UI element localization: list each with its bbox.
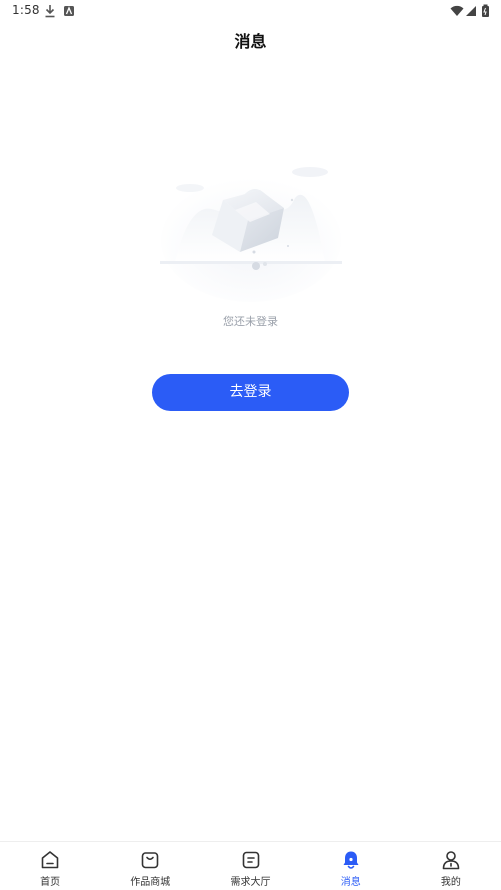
tab-works-mall[interactable]: 作品商城 — [100, 842, 200, 890]
go-login-button[interactable]: 去登录 — [152, 374, 349, 411]
tab-mine-label: 我的 — [440, 877, 461, 888]
person-icon — [440, 849, 462, 871]
status-bar: 1:58 — [0, 0, 501, 22]
download-icon — [44, 3, 56, 22]
tab-works-mall-label: 作品商城 — [130, 877, 171, 888]
tab-home-label: 首页 — [40, 877, 61, 888]
tab-messages[interactable]: 消息 — [301, 842, 401, 890]
tab-mine[interactable]: 我的 — [401, 842, 501, 890]
tab-demand-hall[interactable]: 需求大厅 — [200, 842, 300, 890]
shopping-bag-icon — [139, 849, 161, 871]
not-logged-in-illustration — [160, 160, 342, 308]
bottom-tab-bar: 首页 作品商城 需求大厅 消息 我的 — [0, 841, 501, 890]
home-icon — [39, 849, 61, 871]
cellular-signal-icon — [465, 3, 477, 22]
page-title: 消息 — [234, 32, 267, 51]
tab-home[interactable]: 首页 — [0, 842, 100, 890]
status-time: 1:58 — [12, 3, 40, 17]
list-doc-icon — [240, 849, 262, 871]
battery-icon — [481, 3, 490, 22]
tab-messages-label: 消息 — [340, 877, 361, 888]
app-notification-icon — [63, 3, 75, 22]
wifi-icon — [450, 3, 464, 22]
tab-demand-hall-label: 需求大厅 — [230, 877, 271, 888]
not-logged-in-message: 您还未登录 — [223, 315, 278, 328]
messages-screen: 1:58 消息 您还未登录 去登录 首页 作品商城 需求大厅 消息 我的 — [0, 0, 501, 890]
bell-icon — [340, 849, 362, 871]
